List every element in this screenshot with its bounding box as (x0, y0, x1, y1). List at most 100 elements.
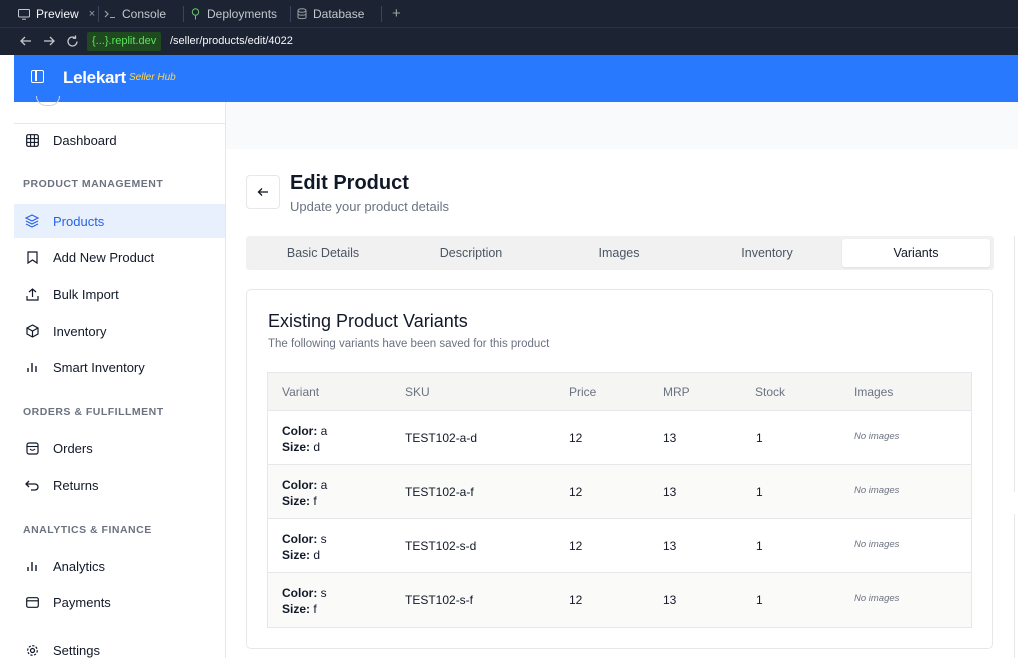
sidebar-item-products[interactable]: Products (14, 204, 225, 238)
sidebar: Dashboard PRODUCT MANAGEMENT Products Ad… (14, 96, 226, 658)
sidebar-item-returns[interactable]: Returns (14, 468, 225, 502)
color-label: Color: (282, 424, 318, 438)
table-row[interactable]: Color: s Size: f TEST102-s-f 12 13 1 No … (268, 573, 971, 627)
tab-preview[interactable]: Preview × (18, 0, 95, 28)
sidebar-item-label: Smart Inventory (53, 359, 145, 375)
color-label: Color: (282, 478, 318, 492)
sku-cell: TEST102-s-f (405, 593, 474, 607)
bar-chart-icon (25, 559, 39, 573)
bookmark-icon (25, 250, 39, 264)
sidebar-item-add-new-product[interactable]: Add New Product (14, 240, 225, 274)
sku-cell: TEST102-a-d (405, 431, 478, 445)
sidebar-item-orders[interactable]: Orders (14, 431, 225, 465)
tab-variants[interactable]: Variants (842, 239, 990, 267)
images-cell: No images (854, 539, 900, 550)
sidebar-item-smart-inventory[interactable]: Smart Inventory (14, 350, 225, 384)
color-value: a (320, 478, 328, 492)
tab-basic-details[interactable]: Basic Details (249, 239, 397, 267)
column-header: Variant (282, 385, 320, 399)
brand-logo[interactable]: Lelekart (63, 68, 126, 88)
card-title: Existing Product Variants (268, 311, 468, 331)
tab-deployments[interactable]: Deployments (190, 0, 277, 28)
sidebar-item-payments[interactable]: Payments (14, 585, 225, 619)
price-cell: 12 (569, 431, 583, 445)
tab-divider (98, 6, 99, 22)
arrow-left-icon (257, 188, 268, 196)
tab-console[interactable]: Console (104, 0, 166, 28)
sidebar-item-label: Payments (53, 594, 111, 610)
layers-icon (25, 214, 39, 228)
grid-icon (25, 133, 39, 147)
tab-description[interactable]: Description (397, 239, 545, 267)
side-panel-edge (1014, 236, 1018, 492)
sku-cell: TEST102-s-d (405, 539, 477, 553)
price-cell: 12 (569, 539, 583, 553)
color-label: Color: (282, 532, 318, 546)
wallet-icon (25, 595, 39, 609)
top-banner-area (226, 102, 1018, 149)
main-content: Edit Product Update your product details… (226, 102, 1018, 658)
column-header: Stock (755, 385, 786, 399)
tab-label: Database (313, 7, 365, 21)
color-value: a (320, 424, 328, 438)
tab-inventory[interactable]: Inventory (693, 239, 841, 267)
table-row[interactable]: Color: a Size: d TEST102-a-d 12 13 1 No … (268, 411, 971, 465)
forward-arrow-icon[interactable] (40, 32, 58, 50)
upload-icon (25, 287, 39, 301)
side-panel-edge (1014, 514, 1018, 658)
existing-variants-card: Existing Product Variants The following … (246, 289, 993, 649)
tab-divider (290, 6, 291, 22)
column-header: Images (854, 385, 894, 399)
mrp-cell: 13 (663, 485, 677, 499)
stock-cell: 1 (756, 431, 763, 445)
preview-url-bar: {...}.replit.dev /seller/products/edit/4… (0, 28, 1018, 55)
section-product-management: PRODUCT MANAGEMENT (23, 178, 164, 190)
sidebar-item-label: Settings (53, 642, 100, 658)
tab-label: Preview (36, 7, 79, 21)
sidebar-item-settings[interactable]: Settings (14, 633, 225, 658)
tab-label: Console (122, 7, 167, 21)
monitor-icon (18, 8, 30, 20)
url-path-input[interactable]: /seller/products/edit/4022 (170, 32, 293, 51)
color-value: s (320, 586, 327, 600)
back-button[interactable] (246, 175, 280, 209)
new-tab-button[interactable]: + (392, 0, 401, 28)
size-label: Size: (282, 602, 311, 616)
table-row[interactable]: Color: a Size: f TEST102-a-f 12 13 1 No … (268, 465, 971, 519)
avatar (36, 96, 60, 106)
reload-icon[interactable] (63, 32, 81, 50)
table-row[interactable]: Color: s Size: d TEST102-s-d 12 13 1 No … (268, 519, 971, 573)
sidebar-item-label: Bulk Import (53, 286, 119, 302)
sidebar-item-label: Dashboard (53, 132, 117, 148)
sidebar-toggle-icon[interactable] (31, 70, 44, 83)
tab-images[interactable]: Images (545, 239, 693, 267)
back-arrow-icon[interactable] (17, 32, 35, 50)
tab-database[interactable]: Database (297, 0, 364, 28)
variant-cell: Color: s Size: f (282, 585, 327, 617)
images-cell: No images (854, 431, 900, 442)
close-icon[interactable]: × (89, 8, 95, 20)
page-title: Edit Product (290, 172, 409, 194)
column-header: Price (569, 385, 597, 399)
color-label: Color: (282, 586, 318, 600)
variant-cell: Color: a Size: f (282, 477, 327, 509)
sidebar-item-inventory[interactable]: Inventory (14, 314, 225, 348)
dev-domain-badge[interactable]: {...}.replit.dev (87, 32, 162, 51)
variants-table: Variant SKU Price MRP Stock Images Color… (267, 372, 972, 628)
product-tabs: Basic Details Description Images Invento… (246, 236, 994, 270)
page-subtitle: Update your product details (290, 199, 449, 214)
sidebar-item-dashboard[interactable]: Dashboard (14, 123, 225, 157)
sidebar-item-bulk-import[interactable]: Bulk Import (14, 277, 225, 311)
ide-tab-bar: Preview × Console Deployments Database + (0, 0, 1018, 28)
brand-subtitle: Seller Hub (129, 72, 176, 83)
sidebar-item-analytics[interactable]: Analytics (14, 549, 225, 583)
return-icon (25, 478, 39, 492)
sidebar-item-label: Products (53, 213, 105, 229)
sidebar-item-label: Inventory (53, 323, 107, 339)
section-orders-fulfillment: ORDERS & FULFILLMENT (23, 406, 164, 418)
size-label: Size: (282, 440, 311, 454)
sku-cell: TEST102-a-f (405, 485, 474, 499)
stock-cell: 1 (756, 593, 763, 607)
variant-cell: Color: s Size: d (282, 531, 327, 563)
sidebar-item-label: Add New Product (53, 249, 155, 265)
